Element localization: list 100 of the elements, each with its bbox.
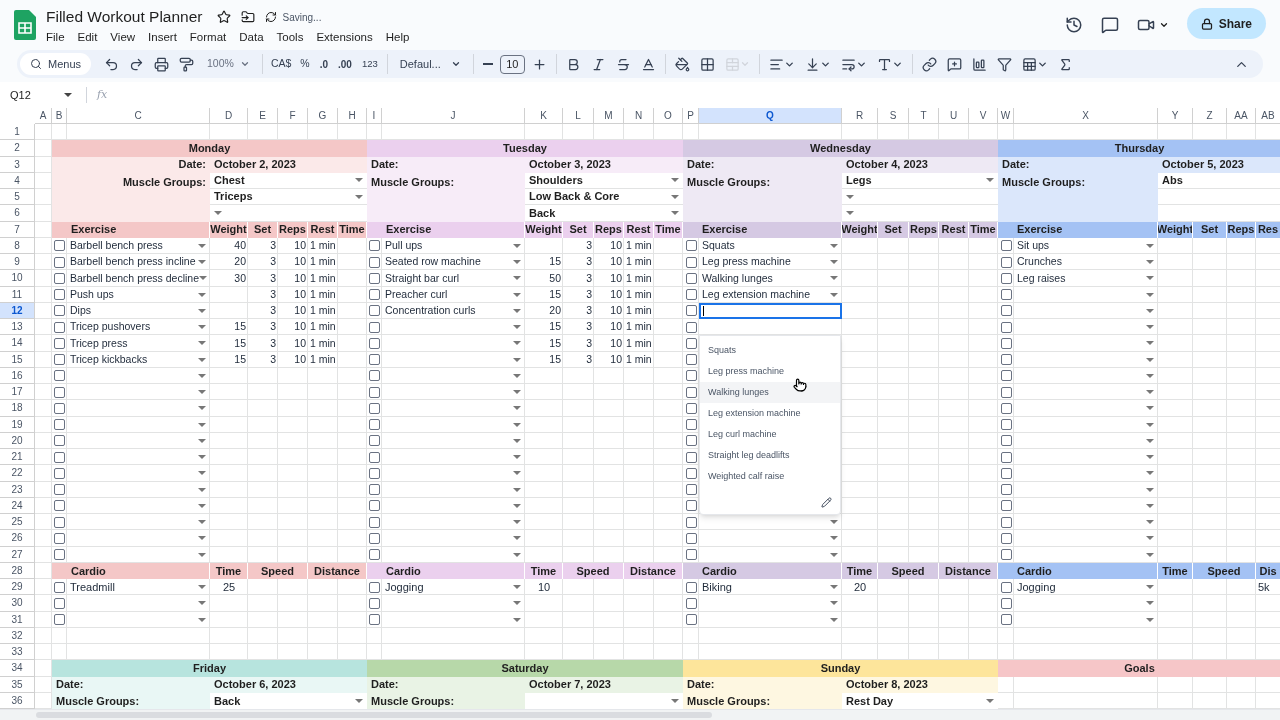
name-box[interactable]: Q12 <box>10 86 31 104</box>
checkbox[interactable] <box>369 581 380 593</box>
checkbox[interactable] <box>685 354 697 366</box>
dropdown-arrow-icon[interactable] <box>846 210 854 215</box>
dropdown-arrow-icon[interactable] <box>830 260 838 265</box>
dropdown-arrow-icon[interactable] <box>198 536 206 541</box>
checkbox[interactable] <box>369 549 380 561</box>
dropdown-arrow-icon[interactable] <box>1146 471 1154 476</box>
checkbox[interactable] <box>685 532 697 544</box>
dropdown-arrow-icon[interactable] <box>198 325 206 330</box>
menu-item[interactable]: Insert <box>148 30 177 44</box>
checkbox[interactable] <box>685 305 697 317</box>
checkbox[interactable] <box>1000 614 1012 626</box>
dropdown-arrow-icon[interactable] <box>1146 552 1154 557</box>
dropdown-arrow-icon[interactable] <box>513 325 521 330</box>
checkbox[interactable] <box>54 354 65 366</box>
checkbox[interactable] <box>685 549 697 561</box>
checkbox[interactable] <box>369 370 380 382</box>
row-header[interactable]: 1 <box>0 124 35 141</box>
menu-item[interactable]: Edit <box>77 30 98 44</box>
column-header[interactable]: O <box>654 108 683 124</box>
dropdown-arrow-icon[interactable] <box>198 438 206 443</box>
dropdown-arrow-icon[interactable] <box>671 194 679 199</box>
dropdown-arrow-icon[interactable] <box>198 406 206 411</box>
currency-button[interactable]: CA$ <box>266 56 296 72</box>
dropdown-arrow-icon[interactable] <box>198 471 206 476</box>
dropdown-arrow-icon[interactable] <box>513 585 521 590</box>
checkbox[interactable] <box>54 597 65 609</box>
checkbox[interactable] <box>54 272 65 284</box>
column-header[interactable]: N <box>624 108 654 124</box>
dropdown-arrow-icon[interactable] <box>1146 617 1154 622</box>
checkbox[interactable] <box>685 435 697 447</box>
dropdown-arrow-icon[interactable] <box>198 292 206 297</box>
dropdown-arrow-icon[interactable] <box>830 276 838 281</box>
dropdown-arrow-icon[interactable] <box>198 552 206 557</box>
column-header[interactable]: G <box>308 108 338 124</box>
column-header[interactable]: D <box>210 108 248 124</box>
sheets-logo-icon[interactable] <box>14 10 36 40</box>
checkbox[interactable] <box>54 484 65 496</box>
dropdown-arrow-icon[interactable] <box>198 308 206 313</box>
dropdown-arrow-icon[interactable] <box>830 520 838 525</box>
dropdown-arrow-icon[interactable] <box>846 194 854 199</box>
checkbox[interactable] <box>54 337 65 349</box>
comment-icon[interactable] <box>1100 15 1119 34</box>
column-header[interactable]: M <box>594 108 624 124</box>
menu-item[interactable]: Data <box>239 30 264 44</box>
checkbox[interactable] <box>369 321 380 333</box>
column-header[interactable]: A <box>35 108 52 124</box>
checkbox[interactable] <box>685 467 697 479</box>
row-header[interactable]: 26 <box>0 530 35 547</box>
checkbox[interactable] <box>54 402 65 414</box>
checkbox[interactable] <box>1000 305 1012 317</box>
checkbox[interactable] <box>54 532 65 544</box>
row-header[interactable]: 34 <box>0 660 35 677</box>
row-header[interactable]: 9 <box>0 254 35 271</box>
checkbox[interactable] <box>1000 500 1012 512</box>
checkbox[interactable] <box>369 597 380 609</box>
dropdown-arrow-icon[interactable] <box>1146 292 1154 297</box>
dropdown-arrow-icon[interactable] <box>513 438 521 443</box>
column-header[interactable]: X <box>1014 108 1158 124</box>
dropdown-arrow-icon[interactable] <box>1146 503 1154 508</box>
dropdown-arrow-icon[interactable] <box>1146 455 1154 460</box>
checkbox[interactable] <box>685 516 697 528</box>
dropdown-arrow-icon[interactable] <box>513 260 521 265</box>
checkbox[interactable] <box>1000 549 1012 561</box>
row-header[interactable]: 29 <box>0 579 35 596</box>
checkbox[interactable] <box>369 386 380 398</box>
row-header[interactable]: 10 <box>0 270 35 287</box>
dropdown-arrow-icon[interactable] <box>830 617 838 622</box>
checkbox[interactable] <box>1000 240 1012 252</box>
dropdown-option[interactable]: Leg press machine <box>700 361 840 383</box>
checkbox[interactable] <box>1000 435 1012 447</box>
checkbox[interactable] <box>369 467 380 479</box>
dropdown-arrow-icon[interactable] <box>1146 438 1154 443</box>
checkbox[interactable] <box>1000 451 1012 463</box>
history-icon[interactable] <box>1064 15 1083 34</box>
checkbox[interactable] <box>369 354 380 366</box>
checkbox[interactable] <box>685 484 697 496</box>
checkbox[interactable] <box>54 305 65 317</box>
document-title[interactable]: Filled Workout Planner <box>46 8 203 26</box>
decrease-decimal-button[interactable]: .0 <box>314 56 333 72</box>
row-header[interactable]: 18 <box>0 400 35 417</box>
checkbox[interactable] <box>685 402 697 414</box>
column-header[interactable]: U <box>939 108 969 124</box>
column-header[interactable]: Z <box>1193 108 1227 124</box>
dropdown-arrow-icon[interactable] <box>198 617 206 622</box>
checkbox[interactable] <box>54 500 65 512</box>
dropdown-arrow-icon[interactable] <box>671 698 679 703</box>
dropdown-option[interactable]: Squats <box>700 340 840 362</box>
percent-button[interactable]: % <box>295 56 315 72</box>
checkbox[interactable] <box>1000 321 1012 333</box>
dropdown-arrow-icon[interactable] <box>513 341 521 346</box>
dropdown-arrow-icon[interactable] <box>1146 341 1154 346</box>
checkbox[interactable] <box>1000 354 1012 366</box>
dropdown-arrow-icon[interactable] <box>513 536 521 541</box>
dropdown-arrow-icon[interactable] <box>513 308 521 313</box>
dropdown-arrow-icon[interactable] <box>198 260 206 265</box>
checkbox[interactable] <box>685 321 697 333</box>
checkbox[interactable] <box>1000 532 1012 544</box>
dropdown-arrow-icon[interactable] <box>214 210 222 215</box>
